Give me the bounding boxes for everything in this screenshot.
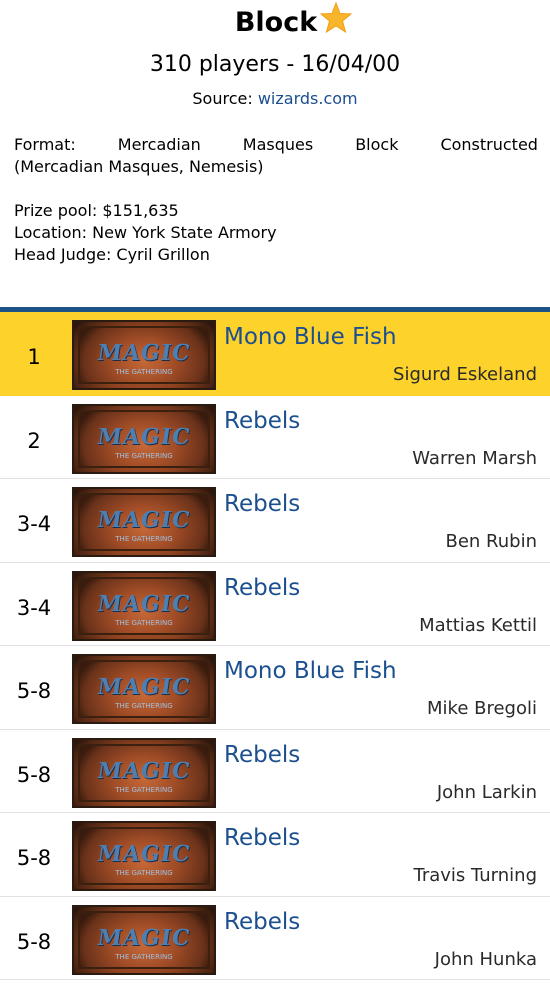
magic-logo: MAGIC [95,590,193,617]
player-name: Warren Marsh [412,447,537,469]
player-name: Mike Bregoli [427,698,537,719]
magic-logo-subtitle: THE GATHERING [115,451,173,460]
standing-row[interactable]: 5-8 MAGIC THE GATHERING Rebels John Larkin [0,730,550,813]
rank-label: 2 [27,428,41,453]
format-word: Constructed [440,135,538,154]
event-info: Format: Mercadian Masques Block Construc… [0,134,550,266]
star-icon [319,1,353,34]
card-back-image[interactable]: MAGIC THE GATHERING [72,487,216,557]
rank-label: 3-4 [16,595,52,620]
card-back-image[interactable]: MAGIC THE GATHERING [72,904,216,975]
title-row: Block [0,1,550,42]
magic-logo-subtitle: THE GATHERING [115,785,173,794]
head-judge: Head Judge: Cyril Grillon [14,245,210,264]
card-back-image[interactable]: MAGIC THE GATHERING [72,403,216,474]
rank-label: 5-8 [16,679,52,703]
player-name: Travis Turning [413,865,537,886]
rank-label: 5-8 [16,846,52,870]
magic-logo: MAGIC [95,674,193,700]
event-details: Prize pool: $151,635 Location: New York … [14,200,538,266]
standing-row[interactable]: 2 MAGIC THE GATHERING Rebels Warren Marsh [0,396,550,479]
rank-label: 5-8 [16,929,52,954]
magic-logo-subtitle: THE GATHERING [115,618,173,627]
deck-name-link[interactable]: Rebels [224,909,300,935]
card-back-image[interactable]: MAGIC THE GATHERING [72,570,216,641]
deck-name-link[interactable]: Mono Blue Fish [224,658,397,684]
rank-label: 3-4 [16,512,52,536]
rank-label: 5-8 [16,762,52,787]
deck-name-link[interactable]: Rebels [224,575,300,601]
magic-logo-subtitle: THE GATHERING [115,869,173,877]
format-line: Format: Mercadian Masques Block Construc… [14,134,538,156]
magic-logo: MAGIC [95,757,193,784]
format-block: Format: Mercadian Masques Block Construc… [14,134,538,178]
card-back-image[interactable]: MAGIC THE GATHERING [72,737,216,808]
magic-logo: MAGIC [95,423,193,450]
standing-row[interactable]: 3-4 MAGIC THE GATHERING Rebels Mattias Ketti… [0,563,550,646]
deck-name-link[interactable]: Rebels [224,408,300,434]
standing-row[interactable]: 1 MAGIC THE GATHERING Mono Blue Fish Sigurd … [0,312,550,396]
magic-logo: MAGIC [95,841,193,867]
player-name: John Larkin [436,781,537,803]
event-subtitle: 310 players - 16/04/00 [149,52,401,77]
format-sets: (Mercadian Masques, Nemesis) [14,157,264,176]
standing-row[interactable]: 5-8 MAGIC THE GATHERING Rebels John Hunka [0,897,550,980]
format-word: Mercadian [117,135,201,154]
deck-name-link[interactable]: Mono Blue Fish [224,324,397,350]
magic-logo-subtitle: THE GATHERING [115,952,173,961]
deck-name-link[interactable]: Rebels [224,491,300,517]
location: Location: New York State Armory [14,223,277,242]
prize-pool: Prize pool: $151,635 [14,201,179,220]
rank-label: 1 [27,345,41,369]
page-title: Block [234,7,318,38]
event-header: Block 310 players - 16/04/00 Source: wiz… [0,1,550,109]
format-word: Format: [14,135,76,154]
card-back-image[interactable]: MAGIC THE GATHERING [72,320,216,390]
player-name: John Hunka [434,948,537,970]
player-name: Mattias Kettil [419,614,537,636]
player-name: Sigurd Eskeland [393,364,537,385]
magic-logo-subtitle: THE GATHERING [115,535,173,543]
source-line: Source: wizards.com [0,89,550,109]
format-word: Block [355,135,399,154]
magic-logo: MAGIC [95,340,193,366]
source-link[interactable]: wizards.com [258,89,358,108]
magic-logo-subtitle: THE GATHERING [115,368,173,376]
card-back-image[interactable]: MAGIC THE GATHERING [72,821,216,891]
format-word: Masques [242,135,314,154]
standing-row[interactable]: 5-8 MAGIC THE GATHERING Mono Blue Fish Mike … [0,646,550,730]
standing-row[interactable]: 5-8 MAGIC THE GATHERING Rebels Travis Turnin… [0,813,550,897]
player-name: Ben Rubin [445,531,538,552]
magic-logo: MAGIC [95,924,193,951]
deck-name-link[interactable]: Rebels [224,742,300,768]
deck-name-link[interactable]: Rebels [224,825,300,851]
standing-row[interactable]: 3-4 MAGIC THE GATHERING Rebels Ben Rubin [0,479,550,563]
source-label: Source: [192,89,253,108]
magic-logo: MAGIC [95,507,193,533]
magic-logo-subtitle: THE GATHERING [115,702,173,710]
card-back-image[interactable]: MAGIC THE GATHERING [72,654,216,724]
standings-list: 1 MAGIC THE GATHERING Mono Blue Fish Sigurd … [0,312,550,980]
